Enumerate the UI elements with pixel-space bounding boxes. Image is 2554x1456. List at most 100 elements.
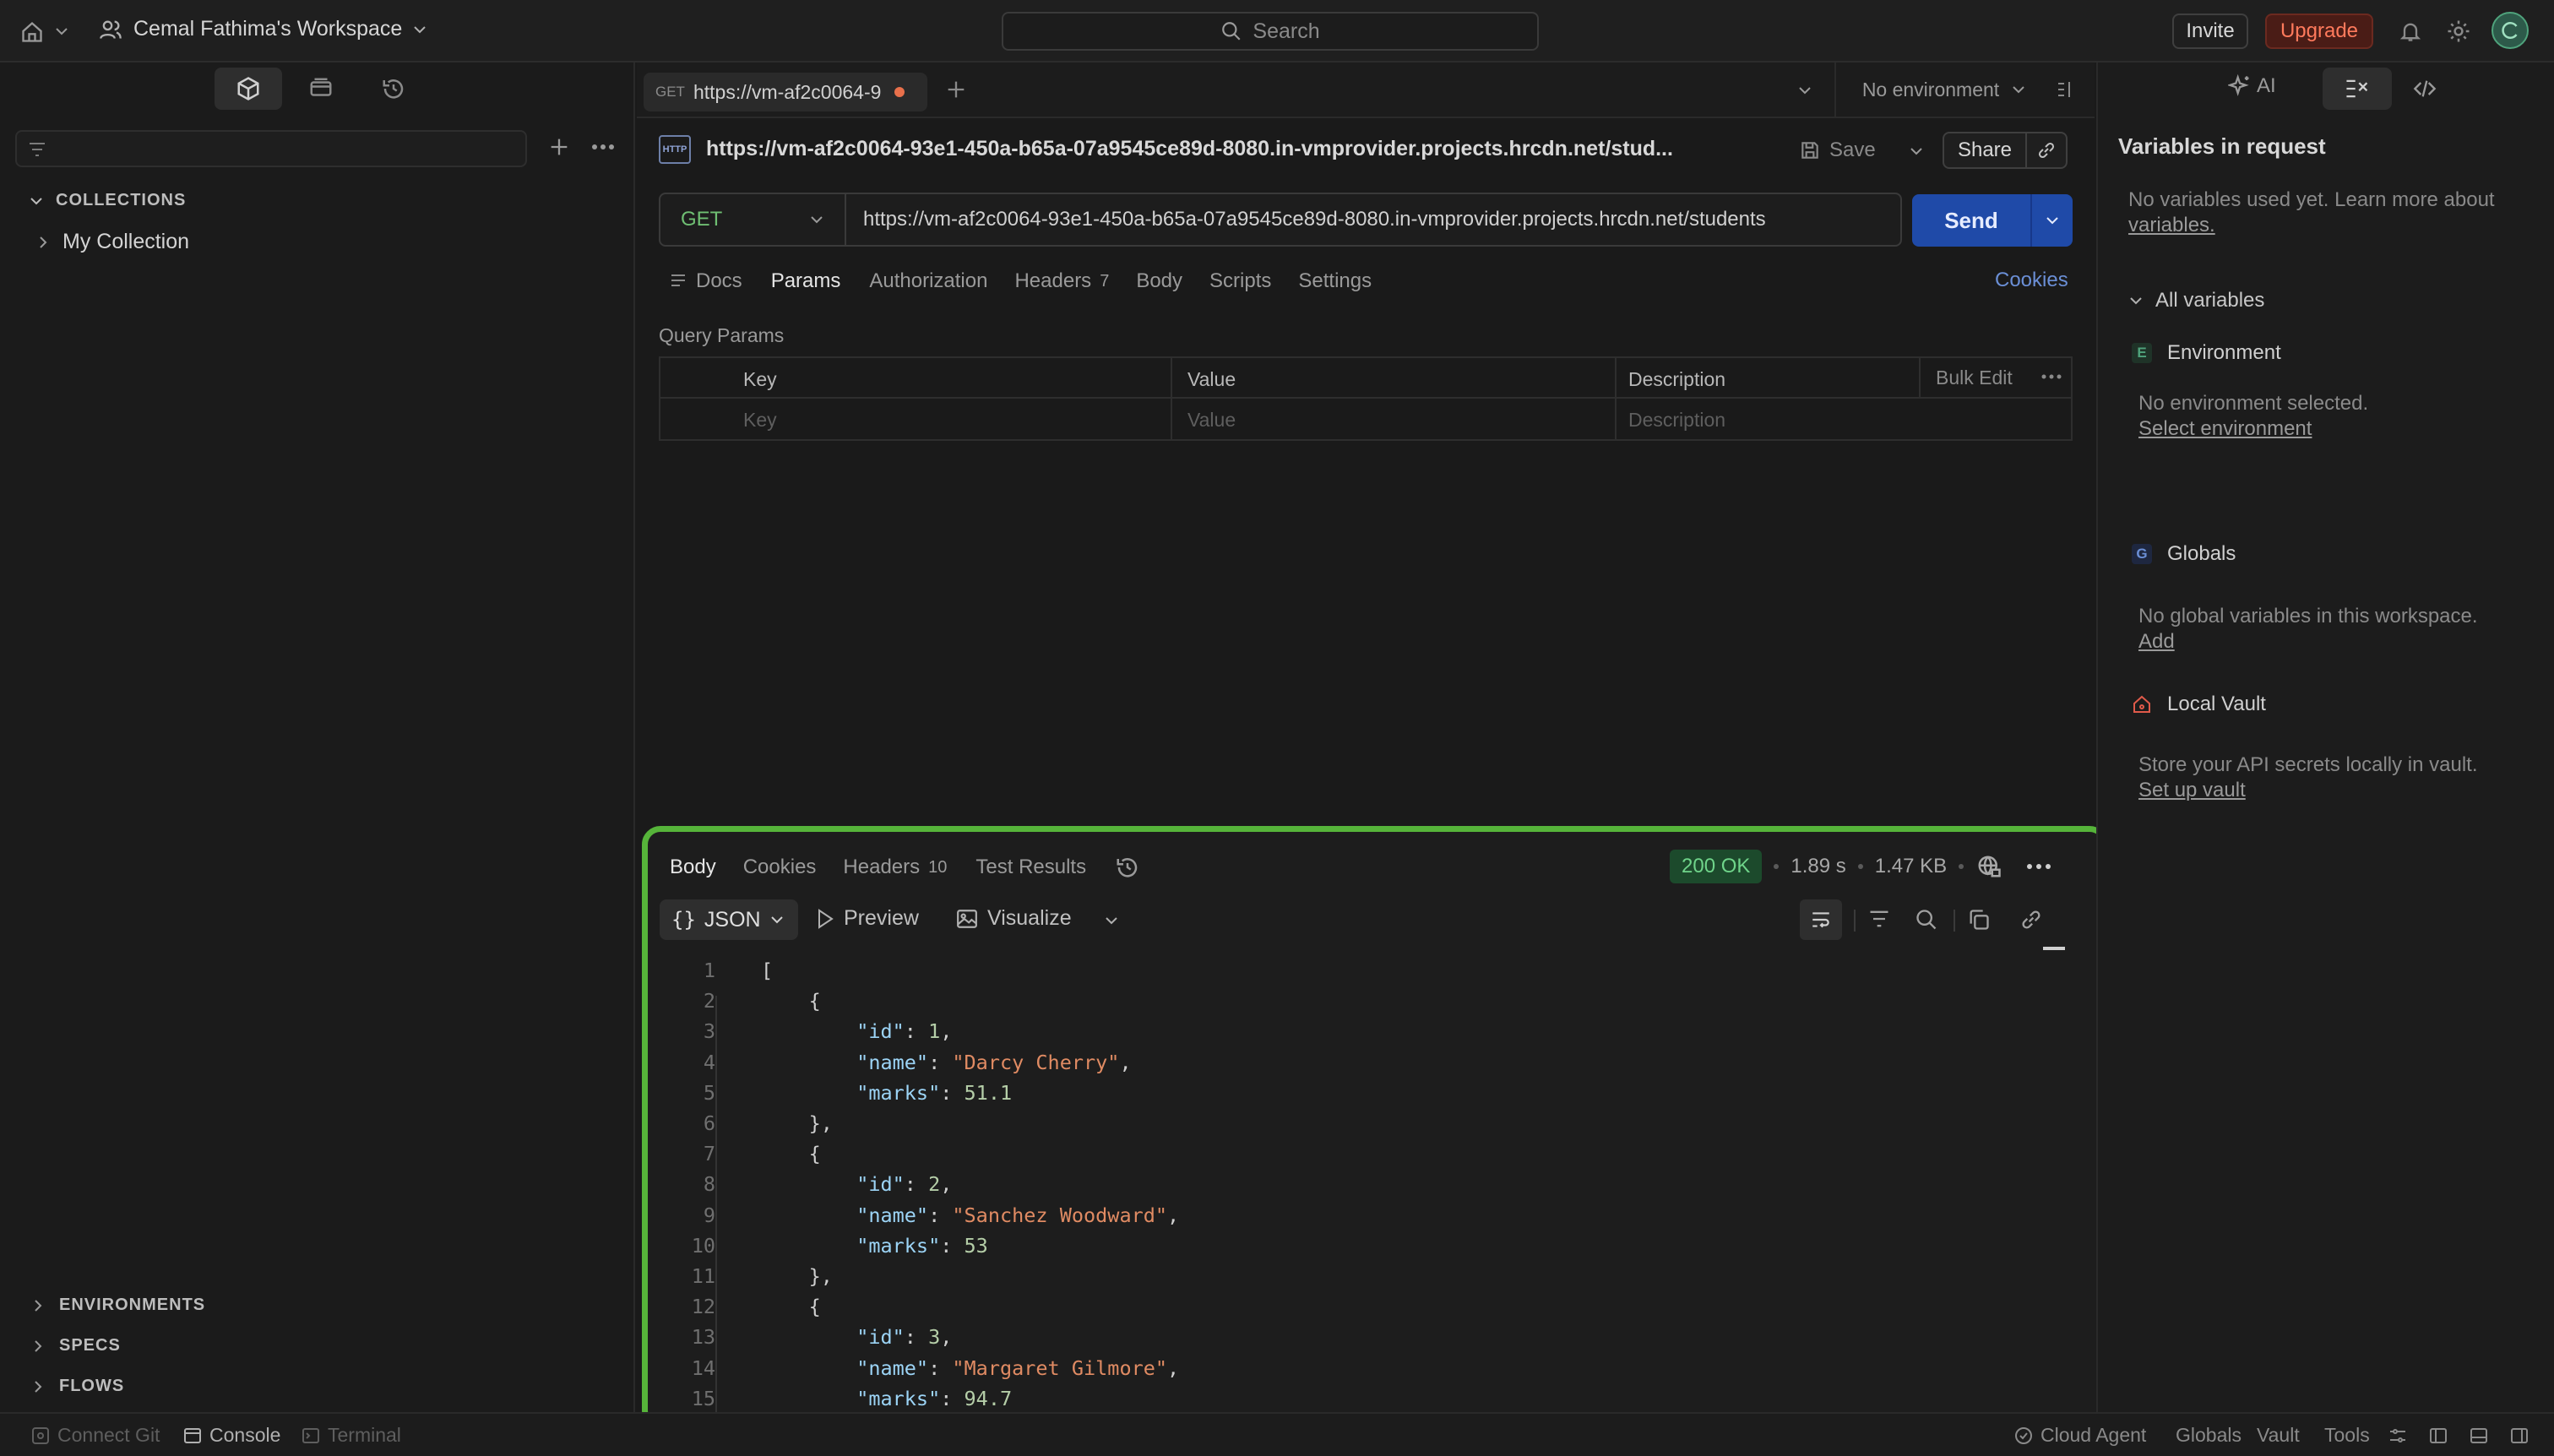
value-input[interactable]: Value bbox=[1187, 409, 1236, 432]
upgrade-button[interactable]: Upgrade bbox=[2265, 14, 2373, 49]
cookies-link[interactable]: Cookies bbox=[1995, 269, 2068, 292]
copy-link-button[interactable] bbox=[2025, 132, 2068, 169]
no-vars-message: No variables used yet. Learn more about bbox=[2128, 188, 2495, 211]
more-icon[interactable] bbox=[2026, 863, 2051, 870]
sidebar-filter[interactable] bbox=[15, 130, 527, 167]
preview-button[interactable]: Preview bbox=[815, 906, 919, 931]
chevron-down-icon[interactable] bbox=[1797, 84, 1812, 96]
save-button[interactable]: Save bbox=[1799, 133, 1876, 167]
request-title[interactable]: https://vm-af2c0064-93e1-450a-b65a-07a95… bbox=[706, 137, 1673, 161]
layout-right-icon[interactable] bbox=[2508, 1426, 2530, 1446]
filter-icon[interactable] bbox=[1867, 908, 1891, 930]
tools-button[interactable]: Tools bbox=[2324, 1424, 2370, 1447]
environments-header: ENVIRONMENTS bbox=[59, 1296, 206, 1314]
tab-scripts[interactable]: Scripts bbox=[1209, 269, 1271, 293]
plus-icon[interactable] bbox=[547, 135, 571, 159]
tab-params[interactable]: Params bbox=[771, 269, 841, 293]
specs-section[interactable]: SPECS bbox=[32, 1336, 121, 1355]
console-label: Console bbox=[209, 1424, 281, 1446]
line-number: 12 bbox=[691, 1295, 715, 1319]
search-icon[interactable] bbox=[1915, 908, 1938, 932]
more-icon[interactable] bbox=[591, 144, 615, 150]
request-tabs: Docs Params Authorization Headers 7 Body… bbox=[669, 267, 1372, 296]
line-number: 13 bbox=[691, 1325, 715, 1350]
response-body-code[interactable]: 1 [2 {3 "id": 1, 4 "name": "Darcy Cherry",… bbox=[648, 950, 2100, 1423]
send-button[interactable]: Send bbox=[1912, 194, 2030, 247]
visualize-button[interactable]: Visualize bbox=[955, 906, 1072, 931]
more-icon[interactable] bbox=[2040, 373, 2062, 380]
format-select[interactable]: {} JSON bbox=[660, 899, 798, 940]
tab-headers[interactable]: Headers bbox=[1014, 269, 1091, 293]
copy-icon[interactable] bbox=[1967, 908, 1991, 932]
save-icon bbox=[1799, 139, 1821, 161]
setup-vault-link[interactable]: Set up vault bbox=[2138, 779, 2246, 802]
avatar[interactable] bbox=[2492, 12, 2529, 49]
request-tab[interactable]: GET https://vm-af2c0064-9 bbox=[644, 73, 927, 111]
settings-sliders-icon[interactable] bbox=[2387, 1426, 2409, 1446]
connect-git-button[interactable]: Connect Git bbox=[30, 1424, 160, 1447]
environment-quicklook-icon[interactable] bbox=[2056, 79, 2078, 100]
chevron-down-icon[interactable] bbox=[1909, 145, 1924, 157]
collections-section[interactable]: COLLECTIONS bbox=[29, 191, 186, 210]
code-text: }, bbox=[761, 1111, 833, 1135]
chevron-right-icon bbox=[32, 1339, 44, 1354]
top-bar: Cemal Fathima's Workspace Search Invite … bbox=[0, 0, 2554, 62]
environments-icon[interactable] bbox=[287, 68, 355, 110]
response-tab-headers[interactable]: Headers bbox=[843, 856, 920, 879]
terminal-button[interactable]: Terminal bbox=[301, 1424, 401, 1447]
share-button[interactable]: Share bbox=[1943, 132, 2027, 169]
no-environment-text: No environment selected. bbox=[2138, 392, 2369, 415]
globals-button[interactable]: Globals bbox=[2176, 1424, 2242, 1447]
cloud-agent-button[interactable]: Cloud Agent bbox=[2013, 1424, 2146, 1447]
variables-link[interactable]: variables. bbox=[2128, 214, 2215, 236]
code-text: "marks": 94.7 bbox=[856, 1386, 1013, 1410]
flows-section[interactable]: FLOWS bbox=[32, 1377, 124, 1396]
add-global-link[interactable]: Add bbox=[2138, 630, 2175, 654]
collections-icon[interactable] bbox=[215, 68, 282, 110]
response-tab-body[interactable]: Body bbox=[670, 856, 716, 879]
request-header: HTTP https://vm-af2c0064-93e1-450a-b65a-… bbox=[659, 132, 2078, 169]
invite-button[interactable]: Invite bbox=[2172, 14, 2248, 49]
response-tab-test-results[interactable]: Test Results bbox=[975, 856, 1086, 879]
response-time[interactable]: 1.89 s bbox=[1791, 855, 1845, 878]
response-history-icon[interactable] bbox=[1115, 855, 1140, 880]
code-icon[interactable] bbox=[2390, 68, 2459, 110]
network-globe-icon[interactable] bbox=[1975, 854, 2002, 879]
send-options-button[interactable] bbox=[2030, 194, 2073, 247]
tab-authorization[interactable]: Authorization bbox=[869, 269, 987, 293]
select-environment-link[interactable]: Select environment bbox=[2138, 417, 2312, 441]
home-icon[interactable] bbox=[20, 20, 44, 44]
collection-item[interactable]: My Collection bbox=[37, 230, 189, 254]
chevron-down-icon[interactable] bbox=[54, 25, 69, 37]
variables-icon[interactable] bbox=[2323, 68, 2392, 110]
console-button[interactable]: Console bbox=[182, 1424, 280, 1447]
status-badge[interactable]: 200 OK bbox=[1670, 850, 1763, 883]
link-icon[interactable] bbox=[2019, 908, 2043, 932]
response-tab-cookies[interactable]: Cookies bbox=[743, 856, 817, 879]
layout-sidebar-icon[interactable] bbox=[2427, 1426, 2449, 1446]
layout-bottom-icon[interactable] bbox=[2468, 1426, 2490, 1446]
environment-select[interactable]: No environment bbox=[1834, 62, 2052, 117]
chevron-down-icon[interactable] bbox=[1104, 915, 1119, 926]
environments-section[interactable]: ENVIRONMENTS bbox=[32, 1296, 205, 1315]
new-tab-icon[interactable] bbox=[944, 78, 968, 101]
bulk-edit-button[interactable]: Bulk Edit bbox=[1936, 367, 2013, 389]
gear-icon[interactable] bbox=[2446, 19, 2471, 44]
tab-body[interactable]: Body bbox=[1136, 269, 1182, 293]
all-variables-toggle[interactable]: All variables bbox=[2128, 289, 2264, 312]
global-search[interactable]: Search bbox=[1002, 12, 1539, 51]
workspace-switcher[interactable]: Cemal Fathima's Workspace bbox=[98, 17, 427, 41]
method-select[interactable]: GET bbox=[660, 194, 846, 245]
key-input[interactable]: Key bbox=[743, 409, 777, 432]
vault-button[interactable]: Vault bbox=[2257, 1424, 2300, 1447]
description-input[interactable]: Description bbox=[1628, 409, 1725, 432]
tab-settings[interactable]: Settings bbox=[1298, 269, 1372, 293]
tab-docs[interactable]: Docs bbox=[696, 269, 742, 293]
history-icon[interactable] bbox=[360, 68, 427, 110]
vault-home-icon bbox=[2132, 694, 2152, 714]
response-size[interactable]: 1.47 KB bbox=[1875, 855, 1947, 878]
url-input[interactable]: https://vm-af2c0064-93e1-450a-b65a-07a95… bbox=[863, 208, 1766, 231]
bell-icon[interactable] bbox=[2399, 19, 2422, 44]
wrap-lines-icon[interactable] bbox=[1800, 899, 1842, 940]
ai-tab[interactable]: AI bbox=[2228, 74, 2276, 98]
